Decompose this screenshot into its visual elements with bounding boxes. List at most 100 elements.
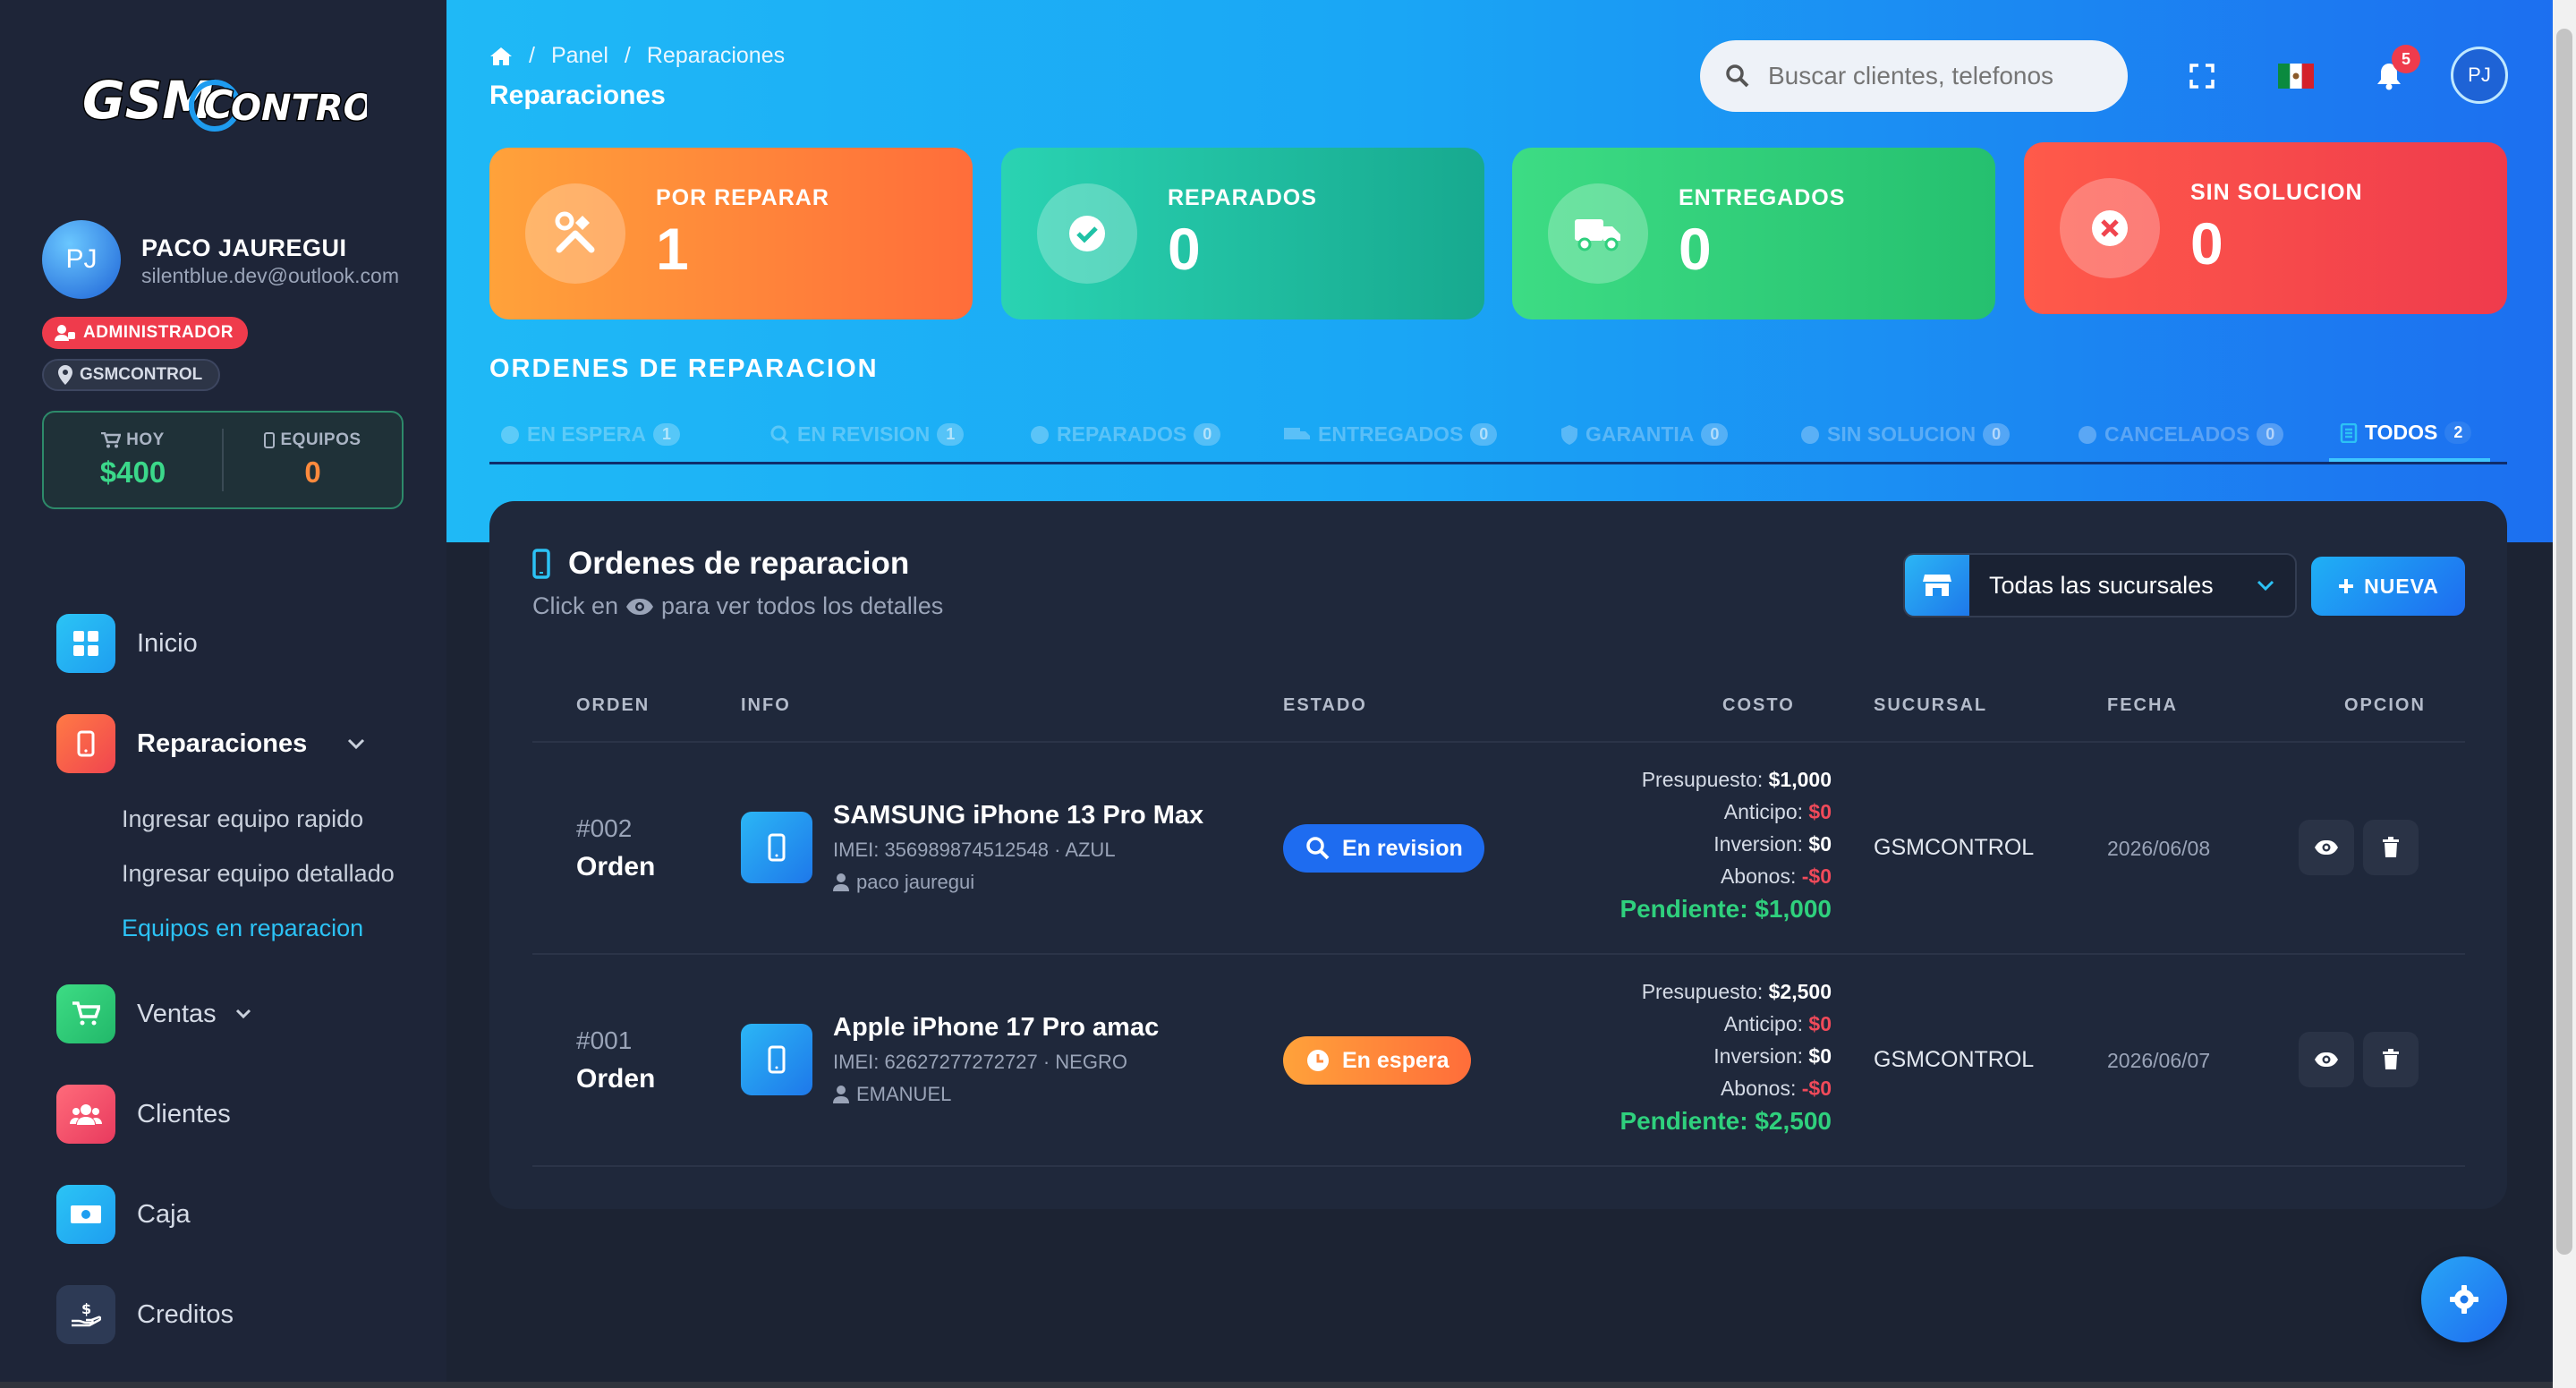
card-entregados-label: ENTREGADOS [1679, 184, 1846, 210]
card-entregados[interactable]: ENTREGADOS 0 [1512, 148, 1995, 319]
cost-anticipo: $0 [1808, 800, 1832, 823]
card-sin-solucion[interactable]: SIN SOLUCION 0 [2024, 142, 2507, 314]
users-icon [56, 1085, 115, 1144]
shield-icon [1561, 424, 1577, 445]
nav-reparaciones[interactable]: Reparaciones [56, 714, 366, 773]
stat-today: HOY $400 [44, 413, 222, 507]
user-icon [833, 873, 849, 891]
cart-icon [101, 432, 122, 448]
card-sin-solucion-value: 0 [2190, 209, 2223, 277]
store-icon [1905, 555, 1969, 616]
mexico-flag-icon[interactable] [2272, 52, 2320, 100]
sub-ingresar-detallado[interactable]: Ingresar equipo detallado [122, 860, 395, 888]
settings-fab[interactable] [2421, 1256, 2507, 1342]
status-badge[interactable]: En revision [1283, 824, 1484, 873]
cost-pendiente: Pendiente: $1,000 [1620, 895, 1832, 923]
view-button[interactable] [2299, 1032, 2354, 1087]
header-avatar[interactable]: PJ [2451, 47, 2508, 104]
tab-cancelados[interactable]: CANCELADOS 0 [2067, 407, 2329, 462]
nav-reparaciones-label: Reparaciones [137, 728, 308, 758]
new-order-button[interactable]: NUEVA [2311, 557, 2465, 616]
search-input[interactable] [1768, 62, 2090, 90]
order-label: Orden [576, 852, 656, 881]
profile-avatar[interactable]: PJ [42, 220, 121, 299]
device-owner: EMANUEL [833, 1083, 951, 1106]
list-icon [2340, 422, 2358, 443]
stat-devices-value: 0 [304, 456, 321, 489]
tab-en-espera[interactable]: EN ESPERA 1 [489, 407, 760, 462]
nav-ventas[interactable]: Ventas [56, 984, 252, 1043]
order-number: #002 [576, 814, 633, 842]
search-icon [770, 425, 790, 444]
cost-breakdown: Presupuesto: $2,500 Anticipo: $0 Inversi… [1620, 980, 1832, 1135]
sub-ingresar-rapido[interactable]: Ingresar equipo rapido [122, 805, 363, 833]
truck-icon [1548, 183, 1648, 284]
nav-creditos[interactable]: $ Creditos [56, 1285, 234, 1344]
device-imei: IMEI: 356989874512548 · AZUL [833, 839, 1116, 861]
cost-presupuesto: $2,500 [1768, 980, 1832, 1003]
user-shield-icon [55, 325, 75, 341]
nav-clientes[interactable]: Clientes [56, 1085, 231, 1144]
branch-label: GSMCONTROL [80, 365, 203, 384]
col-opcion: OPCION [2344, 695, 2426, 715]
breadcrumb-panel[interactable]: Panel [551, 43, 608, 69]
hand-holding-dollar-icon: $ [56, 1285, 115, 1344]
device-imei: IMEI: 62627277272727 · NEGRO [833, 1051, 1127, 1073]
nav-caja[interactable]: Caja [56, 1185, 191, 1244]
role-badge: ADMINISTRADOR [42, 317, 248, 349]
tab-todos[interactable]: TODOS 2 [2329, 407, 2490, 462]
cost-abonos: -$0 [1801, 1077, 1832, 1100]
delete-button[interactable] [2363, 820, 2419, 875]
plus-icon [2339, 579, 2354, 593]
view-button[interactable] [2299, 820, 2354, 875]
search-bar[interactable] [1700, 40, 2128, 112]
col-sucursal: SUCURSAL [1874, 695, 1988, 715]
branch-select-value: Todas las sucursales [1989, 571, 2214, 599]
table-divider [532, 741, 2465, 743]
brand-logo[interactable]: GSM C ONTROL [81, 63, 368, 143]
card-por-reparar-value: 1 [656, 215, 689, 282]
stat-devices-label: EQUIPOS [280, 430, 361, 449]
table-divider [532, 953, 2465, 955]
device-name: SAMSUNG iPhone 13 Pro Max [833, 801, 1204, 830]
status-badge[interactable]: En espera [1283, 1036, 1471, 1085]
cost-inversion: $0 [1808, 832, 1832, 856]
branch-select[interactable]: Todas las sucursales [1903, 553, 2297, 617]
card-por-reparar[interactable]: POR REPARAR 1 [489, 148, 973, 319]
card-reparados[interactable]: REPARADOS 0 [1001, 148, 1484, 319]
tab-en-revision[interactable]: EN REVISION 1 [760, 407, 1019, 462]
order-label: Orden [576, 1064, 656, 1094]
phone-icon [264, 432, 276, 448]
x-circle-icon [2060, 178, 2160, 278]
gear-icon [2450, 1285, 2478, 1314]
phone-icon [741, 812, 812, 883]
page-title: Reparaciones [489, 81, 666, 110]
role-label: ADMINISTRADOR [83, 323, 234, 342]
scrollbar-thumb[interactable] [2556, 29, 2572, 1255]
delete-button[interactable] [2363, 1032, 2419, 1087]
eye-icon [2315, 1052, 2338, 1067]
cost-anticipo: $0 [1808, 1012, 1832, 1035]
col-costo: COSTO [1722, 695, 1795, 715]
panel-subtitle: Click en para ver todos los detalles [532, 592, 944, 619]
breadcrumb-current: Reparaciones [646, 43, 786, 68]
tab-sin-solucion[interactable]: SIN SOLUCION 0 [1790, 407, 2067, 462]
search-icon [1726, 64, 1749, 88]
truck-icon [1284, 427, 1310, 439]
tab-garantia[interactable]: GARANTIA 0 [1550, 407, 1790, 462]
col-fecha: FECHA [2107, 695, 2178, 715]
branch-badge: GSMCONTROL [42, 359, 221, 391]
nav-inicio-label: Inicio [137, 628, 198, 658]
tab-entregados[interactable]: ENTREGADOS 0 [1273, 407, 1550, 462]
card-reparados-label: REPARADOS [1168, 184, 1317, 210]
trash-icon [2383, 837, 2399, 857]
home-icon[interactable] [489, 47, 513, 66]
mobile-icon [532, 549, 550, 579]
sub-equipos-en-reparacion[interactable]: Equipos en reparacion [122, 915, 363, 942]
nav-inicio[interactable]: Inicio [56, 614, 198, 673]
tab-reparados[interactable]: REPARADOS 0 [1019, 407, 1273, 462]
fullscreen-icon[interactable] [2178, 52, 2226, 100]
profile-name: PACO JAUREGUI [141, 234, 347, 261]
sidebar: GSM C ONTROL PJ PACO JAUREGUI silentblue… [0, 0, 446, 1388]
card-entregados-value: 0 [1679, 215, 1712, 282]
